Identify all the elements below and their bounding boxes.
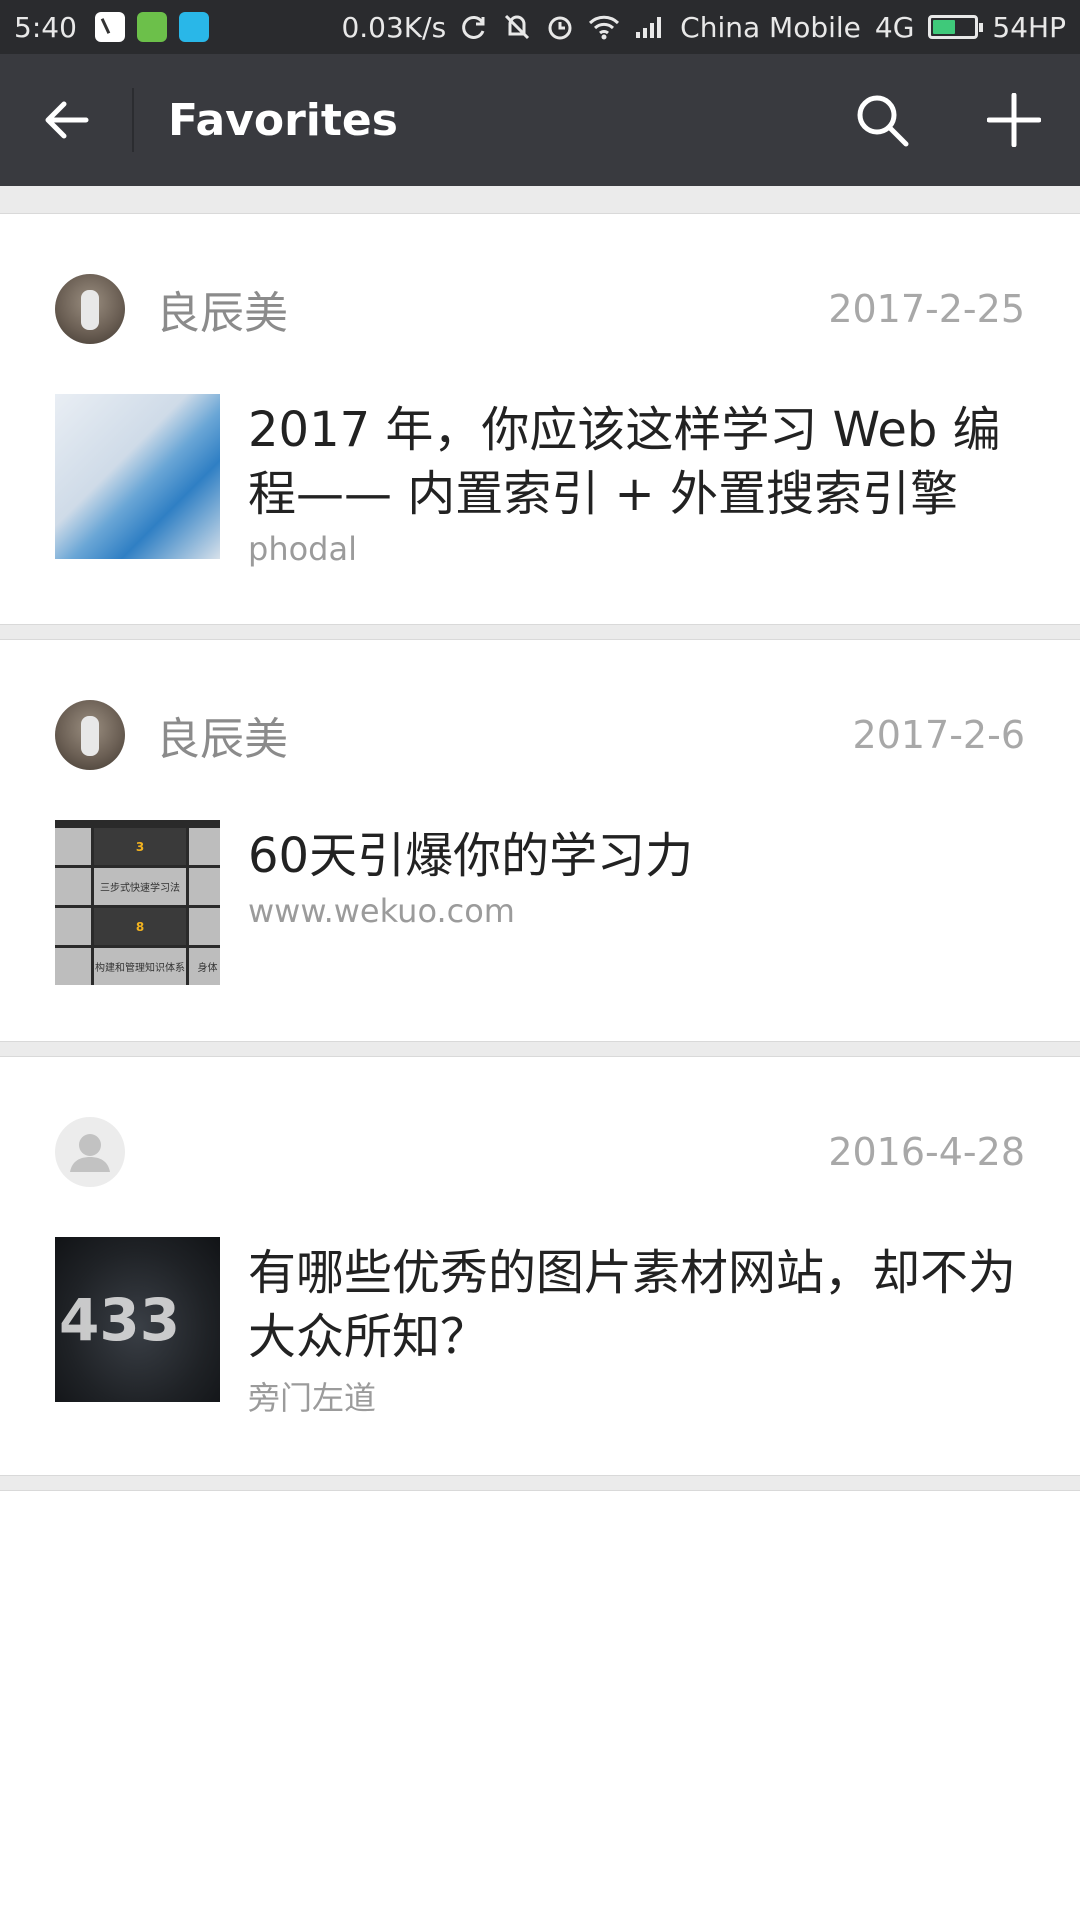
add-button[interactable] [948, 54, 1080, 186]
leaf-app-icon [136, 12, 167, 42]
battery-icon [928, 15, 984, 39]
network-speed: 0.03K/s [341, 10, 447, 44]
vibrate-off-icon [505, 14, 530, 40]
list-top-separator [0, 186, 1080, 214]
alarm-icon [548, 16, 572, 40]
article-title: 60天引爆你的学习力 [248, 828, 694, 884]
article-source: www.wekuo.com [248, 892, 515, 930]
search-button[interactable] [816, 54, 948, 186]
article-title: 有哪些优秀的图片素材网站，却不为大众所知？ [248, 1245, 1017, 1365]
thumb-cell [55, 908, 91, 945]
thumb-cell [55, 828, 91, 865]
item-date: 2017-2-25 [828, 287, 1025, 331]
favorites-list: 良辰美 2017-2-25 2017 年，你应该这样学习 Web 编程—— 内置… [0, 186, 1080, 1491]
status-time: 5:40 [14, 10, 77, 44]
thumb-cell [55, 948, 91, 985]
thumb-cell [189, 868, 220, 905]
item-date: 2016-4-28 [828, 1130, 1025, 1174]
author-name: 良辰美 [156, 714, 288, 765]
article-title: 2017 年，你应该这样学习 Web 编程—— 内置索引 + 外置搜索引擎 [248, 402, 1001, 522]
cloud-app-icon [178, 12, 209, 42]
arrow-left-icon [45, 101, 89, 139]
app-bar-divider [132, 88, 134, 152]
article-source: 旁门左道 [248, 1379, 377, 1417]
thumb-cell [189, 908, 220, 945]
thumb-cell: 身体 [189, 948, 220, 985]
battery-level: 54HP [992, 10, 1066, 44]
person-icon [70, 1134, 110, 1172]
favorite-item[interactable]: 2016-4-28 433 有哪些优秀的图片素材网站，却不为大众所知？ 旁门左道 [0, 1057, 1080, 1475]
author-name: 良辰美 [156, 288, 288, 339]
favorite-item[interactable]: 良辰美 2017-2-6 3 三步式快速学习法 8 构建和管理知识体系 身体 6… [0, 640, 1080, 1041]
thumb-text: 433 [59, 1285, 181, 1354]
author-avatar [55, 700, 125, 770]
thumb-cell: 3 [94, 828, 186, 865]
article-thumbnail: 3 三步式快速学习法 8 构建和管理知识体系 身体 [55, 820, 220, 985]
status-bar: 5:40 0.03K/s China Mobile 4G 54HP [0, 0, 1080, 54]
network-type: 4G [874, 10, 915, 44]
app-notification-icon [94, 12, 125, 42]
item-separator [0, 624, 1080, 640]
article-thumbnail: 433 [55, 1237, 220, 1402]
favorite-item[interactable]: 良辰美 2017-2-25 2017 年，你应该这样学习 Web 编程—— 内置… [0, 214, 1080, 624]
back-button[interactable] [0, 54, 132, 186]
search-icon [857, 95, 909, 147]
item-date: 2017-2-6 [852, 713, 1025, 757]
thumb-cell: 三步式快速学习法 [94, 868, 186, 905]
thumb-cell: 8 [94, 908, 186, 945]
carrier-name: China Mobile [680, 10, 861, 44]
thumb-cell: 构建和管理知识体系 [94, 948, 186, 985]
app-bar: Favorites [0, 54, 1080, 186]
item-separator [0, 1041, 1080, 1057]
wifi-icon [589, 15, 620, 40]
article-source: phodal [248, 530, 357, 568]
default-avatar [55, 1117, 125, 1187]
thumb-cell [55, 868, 91, 905]
plus-icon [987, 93, 1041, 147]
signal-icon [636, 17, 662, 38]
author-avatar [55, 274, 125, 344]
page-title: Favorites [168, 94, 398, 146]
thumb-cell [189, 828, 220, 865]
list-bottom-separator [0, 1475, 1080, 1491]
article-thumbnail [55, 394, 220, 559]
sync-icon [462, 15, 485, 39]
